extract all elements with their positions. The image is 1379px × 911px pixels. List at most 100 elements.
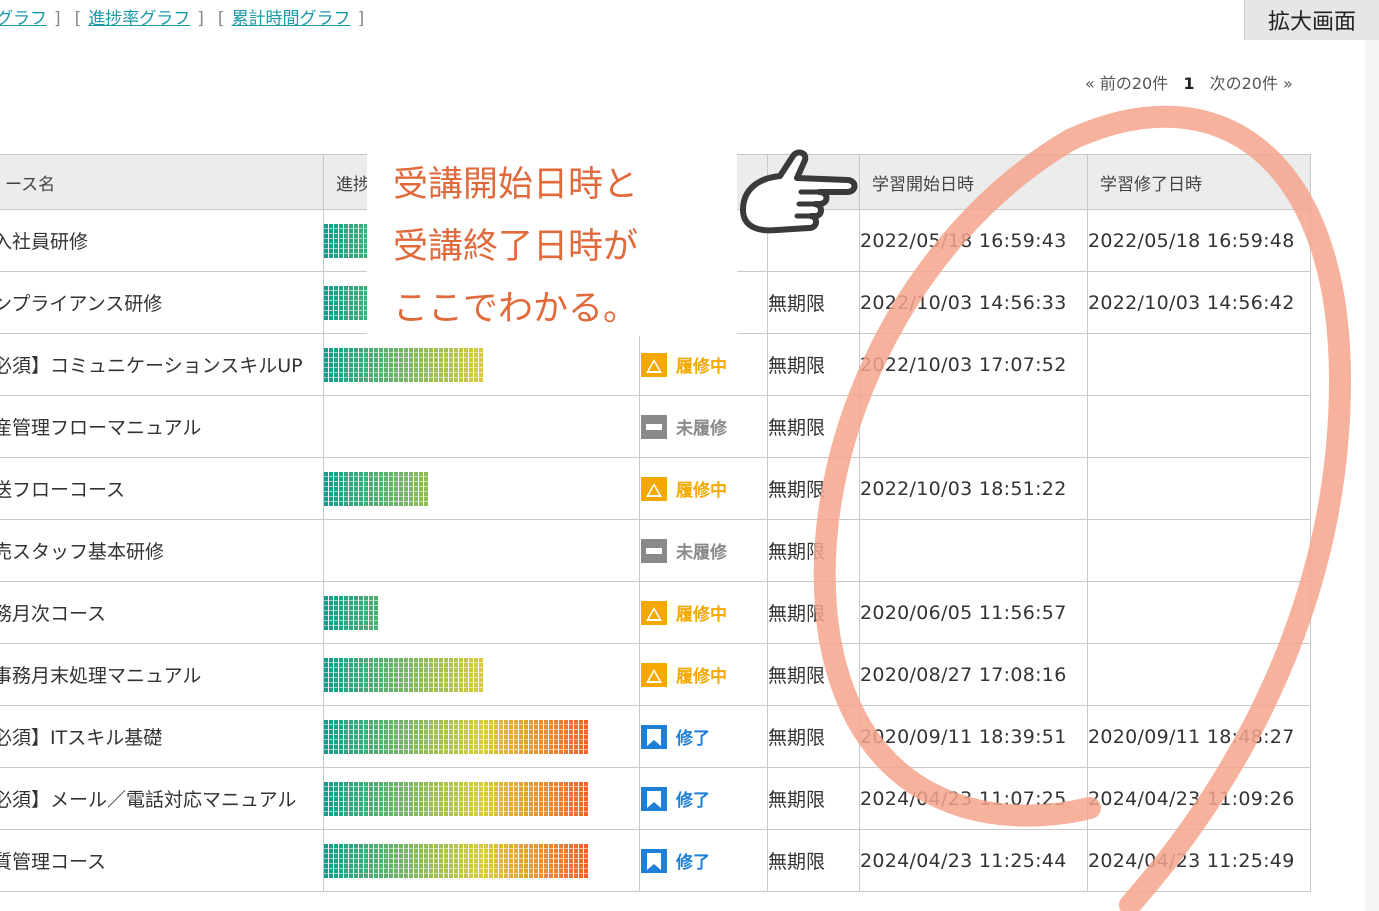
deadline-cell: 無期限 — [767, 643, 860, 706]
progress-cell — [323, 581, 640, 644]
table-row[interactable]: 産管理フローマニュアル 未履修 無期限 — [0, 395, 1311, 458]
course-name[interactable]: 必須】コミュニケーションスキルUP — [0, 333, 324, 396]
start-datetime: 2022/10/03 17:07:52 — [859, 333, 1088, 396]
pager: « 前の20件 1 次の20件 » — [1085, 70, 1293, 94]
callout-box: 受講開始日時と 受講終了日時が ここでわかる。 — [367, 154, 737, 336]
progress-cell — [323, 705, 640, 768]
end-datetime: 2024/04/23 11:09:26 — [1087, 767, 1311, 830]
link-progress-graph[interactable]: 進捗率グラフ — [88, 9, 190, 29]
header-start-datetime[interactable]: 学習開始日時 — [859, 154, 1088, 210]
end-datetime: 2022/05/18 16:59:48 — [1087, 209, 1311, 272]
status-badge: 履修中 — [641, 352, 767, 378]
course-name[interactable]: ンプライアンス研修 — [0, 271, 324, 334]
deadline-cell: 無期限 — [767, 767, 860, 830]
deadline-cell: 無期限 — [767, 705, 860, 768]
link-cumulative-time-graph[interactable]: 累計時間グラフ — [232, 9, 351, 29]
progress-bar — [324, 719, 639, 754]
status-cell: 履修中 — [639, 643, 768, 706]
course-name[interactable]: 産管理フローマニュアル — [0, 395, 324, 458]
course-name[interactable]: 事務月末処理マニュアル — [0, 643, 324, 706]
progress-cell — [323, 333, 640, 396]
status-label: 修了 — [676, 853, 710, 873]
completed-icon — [641, 786, 669, 812]
status-cell: 履修中 — [639, 333, 768, 396]
bracket: ] — [357, 9, 365, 29]
link-graph[interactable]: グラフ — [0, 9, 47, 29]
status-label: 履修中 — [676, 357, 727, 377]
start-datetime: 2020/09/11 18:39:51 — [859, 705, 1088, 768]
in-progress-icon — [641, 662, 669, 688]
deadline-cell: 無期限 — [767, 333, 860, 396]
table-row[interactable]: 売スタッフ基本研修 未履修 無期限 — [0, 519, 1311, 582]
progress-cell — [323, 395, 640, 458]
bracket: ] — [54, 9, 61, 29]
course-name[interactable]: 務月次コース — [0, 581, 324, 644]
progress-cell — [323, 457, 640, 520]
status-label: 履修中 — [676, 481, 727, 501]
table-row[interactable]: 質管理コース 修了 無期限 2024/04/23 11:25:44 2024/04/23… — [0, 829, 1311, 892]
bracket: ] — [197, 9, 204, 29]
table-row[interactable]: 事務月末処理マニュアル 履修中 無期限 2020/08/27 17:08:16 — [0, 643, 1311, 706]
progress-bar — [324, 657, 639, 692]
status-cell: 履修中 — [639, 457, 768, 520]
end-datetime — [1087, 519, 1311, 582]
status-label: 履修中 — [676, 667, 727, 687]
in-progress-icon — [641, 476, 669, 502]
table-row[interactable]: 送フローコース 履修中 無期限 2022/10/03 18:51:22 — [0, 457, 1311, 520]
completed-icon — [641, 848, 669, 874]
callout-line: 受講終了日時が — [393, 227, 639, 267]
course-name[interactable]: 質管理コース — [0, 829, 324, 892]
course-name[interactable]: 送フローコース — [0, 457, 324, 520]
status-cell: 履修中 — [639, 581, 768, 644]
status-label: 修了 — [676, 791, 710, 811]
pager-current: 1 — [1183, 74, 1195, 93]
deadline-cell: 無期限 — [767, 395, 860, 458]
not-started-icon — [641, 414, 669, 440]
end-datetime: 2024/04/23 11:25:49 — [1087, 829, 1311, 892]
status-label: 修了 — [676, 729, 710, 749]
table-row[interactable]: 必須】メール／電話対応マニュアル 修了 無期限 2024/04/23 11:07:25… — [0, 767, 1311, 830]
header-course-name[interactable]: ース名 — [0, 154, 324, 210]
pager-prev[interactable]: « 前の20件 — [1085, 74, 1168, 93]
pager-next[interactable]: 次の20件 » — [1210, 74, 1293, 93]
end-datetime — [1087, 395, 1311, 458]
progress-cell — [323, 767, 640, 830]
progress-cell — [323, 829, 640, 892]
start-datetime: 2024/04/23 11:07:25 — [859, 767, 1088, 830]
table-row[interactable]: 必須】ITスキル基礎 修了 無期限 2020/09/11 18:39:51 2020/0… — [0, 705, 1311, 768]
deadline-cell: 無期限 — [767, 271, 860, 334]
pointing-hand-icon — [740, 149, 858, 234]
course-name[interactable]: 売スタッフ基本研修 — [0, 519, 324, 582]
status-badge: 修了 — [641, 724, 767, 750]
callout-line: ここでわかる。 — [393, 289, 639, 329]
start-datetime: 2022/10/03 14:56:33 — [859, 271, 1088, 334]
start-datetime: 2022/05/18 16:59:43 — [859, 209, 1088, 272]
bracket: [ — [217, 9, 225, 29]
deadline-cell: 無期限 — [767, 519, 860, 582]
progress-bar — [324, 781, 639, 816]
bracket: [ — [74, 9, 82, 29]
course-name[interactable]: 入社員研修 — [0, 209, 324, 272]
start-datetime: 2024/04/23 11:25:44 — [859, 829, 1088, 892]
progress-bar — [324, 471, 639, 506]
scrollbar[interactable] — [1365, 40, 1379, 911]
not-started-icon — [641, 538, 669, 564]
status-badge: 履修中 — [641, 476, 767, 502]
table-row[interactable]: 必須】コミュニケーションスキルUP 履修中 無期限 2022/10/03 17:07:… — [0, 333, 1311, 396]
status-badge: 修了 — [641, 786, 767, 812]
header-end-datetime[interactable]: 学習修了日時 — [1087, 154, 1311, 210]
table-row[interactable]: 務月次コース 履修中 無期限 2020/06/05 11:56:57 — [0, 581, 1311, 644]
status-badge: 履修中 — [641, 662, 767, 688]
end-datetime: 2022/10/03 14:56:42 — [1087, 271, 1311, 334]
status-label: 履修中 — [676, 605, 727, 625]
course-name[interactable]: 必須】メール／電話対応マニュアル — [0, 767, 324, 830]
progress-cell — [323, 519, 640, 582]
status-cell: 未履修 — [639, 395, 768, 458]
course-name[interactable]: 必須】ITスキル基礎 — [0, 705, 324, 768]
start-datetime — [859, 395, 1088, 458]
top-links: グラフ] [ 進捗率グラフ] [ 累計時間グラフ] — [0, 4, 371, 29]
zoom-button[interactable]: 拡大画面 — [1244, 0, 1379, 40]
deadline-cell: 無期限 — [767, 829, 860, 892]
start-datetime: 2020/08/27 17:08:16 — [859, 643, 1088, 706]
status-cell: 修了 — [639, 705, 768, 768]
